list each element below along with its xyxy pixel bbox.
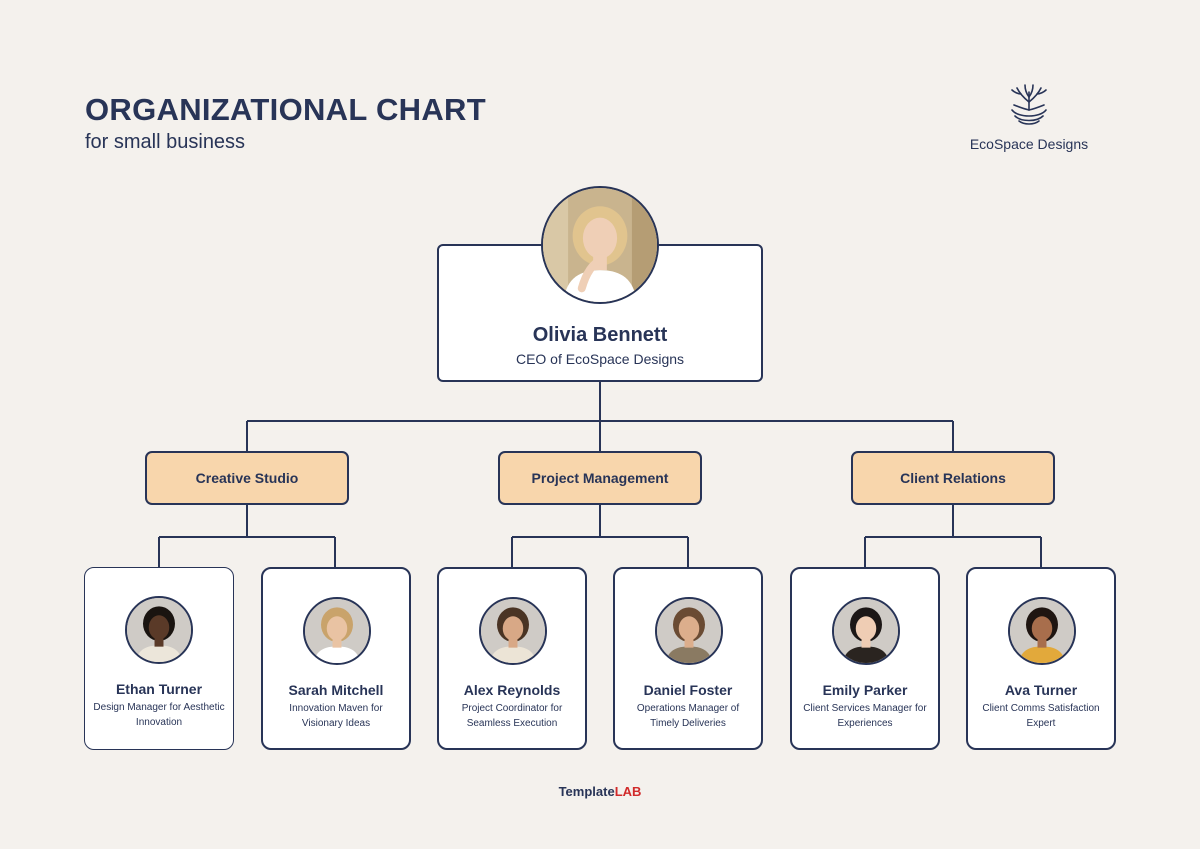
avatar xyxy=(479,597,547,665)
employee-name: Emily Parker xyxy=(822,682,908,698)
dept-creative-studio: Creative Studio xyxy=(145,451,349,505)
employee-name: Sarah Mitchell xyxy=(288,682,384,698)
ceo-portrait xyxy=(543,188,657,302)
ceo-photo xyxy=(541,186,659,304)
avatar xyxy=(125,596,193,664)
dept-project-management: Project Management xyxy=(498,451,702,505)
employee-role: Project Coordinator for Seamless Executi… xyxy=(461,703,563,729)
employee-card: Ethan Turner Design Manager for Aestheti… xyxy=(84,567,234,750)
footer-brand-lab: LAB xyxy=(614,784,642,799)
connector-team-3 xyxy=(864,505,1042,567)
employee-name: Ethan Turner xyxy=(115,681,203,697)
avatar xyxy=(303,597,371,665)
employee-name: Alex Reynolds xyxy=(463,682,561,698)
employee-role: Operations Manager of Timely Deliveries xyxy=(636,703,740,729)
ceo-name: Olivia Bennett xyxy=(532,324,668,346)
portrait-icon xyxy=(657,599,721,663)
connector-team-1 xyxy=(158,505,336,567)
employee-role: Innovation Maven for Visionary Ideas xyxy=(289,703,383,729)
portrait-icon xyxy=(305,599,369,663)
dept-client-relations: Client Relations xyxy=(851,451,1055,505)
ceo-role: CEO of EcoSpace Designs xyxy=(515,351,685,367)
employee-card: Alex Reynolds Project Coordinator for Se… xyxy=(437,567,587,750)
portrait-icon xyxy=(1010,599,1074,663)
portrait-icon xyxy=(127,598,191,662)
avatar xyxy=(1008,597,1076,665)
avatar xyxy=(655,597,723,665)
employee-card: Sarah Mitchell Innovation Maven for Visi… xyxy=(261,567,411,750)
footer-brand-template: Template xyxy=(558,784,615,799)
employee-name: Daniel Foster xyxy=(643,682,733,698)
footer-brand: TemplateLAB xyxy=(0,784,1200,799)
avatar xyxy=(832,597,900,665)
portrait-icon xyxy=(834,599,898,663)
employee-card: Emily Parker Client Services Manager for… xyxy=(790,567,940,750)
employee-card: Ava Turner Client Comms Satisfaction Exp… xyxy=(966,567,1116,750)
portrait-icon xyxy=(481,599,545,663)
employee-role: Design Manager for Aesthetic Innovation xyxy=(93,702,225,728)
employee-role: Client Comms Satisfaction Expert xyxy=(982,703,1100,729)
employee-role: Client Services Manager for Experiences xyxy=(803,703,927,729)
connector-team-2 xyxy=(511,505,689,567)
employee-card: Daniel Foster Operations Manager of Time… xyxy=(613,567,763,750)
employee-name: Ava Turner xyxy=(1004,682,1078,698)
